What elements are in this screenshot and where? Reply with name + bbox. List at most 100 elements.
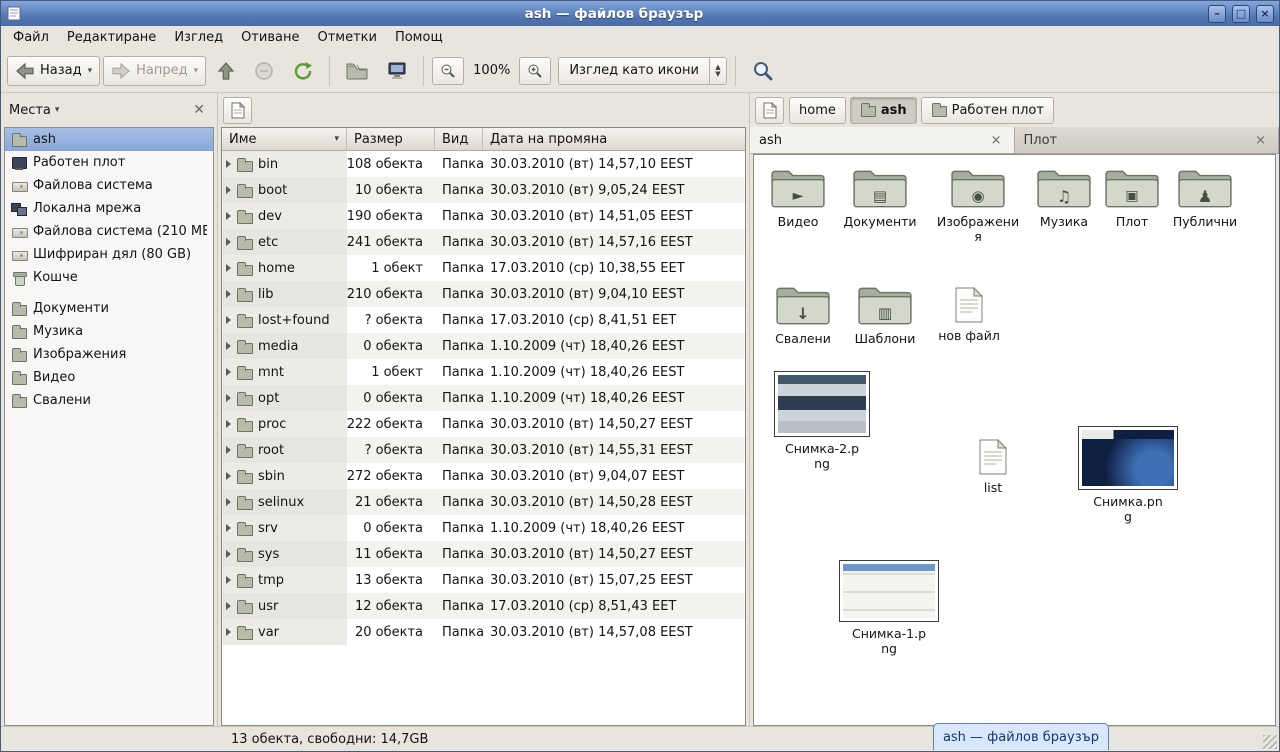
- expander-icon[interactable]: [226, 628, 231, 636]
- file-row[interactable]: sys 11 обекта Папка 30.03.2010 (вт) 14,5…: [222, 541, 745, 567]
- view-mode-select[interactable]: Изглед като икони ▲▼: [558, 57, 727, 85]
- root-location-button[interactable]: [223, 97, 252, 124]
- place-item[interactable]: Шифриран дял (80 GB): [5, 243, 213, 266]
- zoom-out-button[interactable]: [432, 57, 464, 85]
- expander-icon[interactable]: [226, 368, 231, 376]
- menu-item[interactable]: Файл: [4, 26, 58, 49]
- file-row[interactable]: media 0 обекта Папка 1.10.2009 (чт) 18,4…: [222, 333, 745, 359]
- titlebar[interactable]: ash — файлов браузър – □ ×: [1, 1, 1279, 26]
- back-history-dropdown-icon[interactable]: ▾: [88, 66, 93, 76]
- expander-icon[interactable]: [226, 160, 231, 168]
- minimize-button[interactable]: –: [1208, 5, 1226, 23]
- resize-grip[interactable]: [1263, 735, 1277, 749]
- file-row[interactable]: tmp 13 обекта Папка 30.03.2010 (вт) 15,0…: [222, 567, 745, 593]
- taskbar-window-button[interactable]: ash — файлов браузър: [933, 723, 1109, 750]
- breadcrumb-button[interactable]: ash: [850, 97, 917, 124]
- place-item[interactable]: Изображения: [5, 343, 213, 366]
- icon-item[interactable]: Изображения: [934, 166, 1022, 244]
- file-row[interactable]: lost+found ? обекта Папка 17.03.2010 (ср…: [222, 307, 745, 333]
- column-header-date[interactable]: Дата на промяна: [483, 128, 745, 150]
- forward-button[interactable]: Напред ▾: [103, 56, 206, 86]
- place-item[interactable]: ash: [5, 128, 213, 151]
- close-button[interactable]: ×: [1256, 5, 1274, 23]
- menu-item[interactable]: Редактиране: [58, 26, 165, 49]
- menu-item[interactable]: Отиване: [232, 26, 308, 49]
- file-row[interactable]: root ? обекта Папка 30.03.2010 (вт) 14,5…: [222, 437, 745, 463]
- tab[interactable]: ash ×: [750, 127, 1015, 153]
- expander-icon[interactable]: [226, 316, 231, 324]
- place-item[interactable]: Локална мрежа: [5, 197, 213, 220]
- expander-icon[interactable]: [226, 394, 231, 402]
- maximize-button[interactable]: □: [1232, 5, 1250, 23]
- expander-icon[interactable]: [226, 186, 231, 194]
- file-row[interactable]: bin 108 обекта Папка 30.03.2010 (вт) 14,…: [222, 151, 745, 177]
- icon-item[interactable]: Снимка-1.png: [845, 560, 933, 656]
- place-item[interactable]: Видео: [5, 366, 213, 389]
- tab-close-icon[interactable]: ×: [988, 133, 1005, 148]
- sidebar-close-icon[interactable]: ✕: [189, 101, 209, 119]
- column-header-type[interactable]: Вид: [435, 128, 483, 150]
- icon-item[interactable]: Документи: [836, 166, 924, 229]
- icon-item[interactable]: list: [949, 438, 1037, 495]
- place-item[interactable]: Свалени: [5, 389, 213, 412]
- icon-item[interactable]: Свалени: [759, 283, 847, 346]
- root-location-button[interactable]: [755, 97, 784, 124]
- place-item[interactable]: Файлова система (210 MB): [5, 220, 213, 243]
- computer-button[interactable]: [379, 55, 415, 87]
- menu-item[interactable]: Отметки: [308, 26, 385, 49]
- file-row[interactable]: sbin 272 обекта Папка 30.03.2010 (вт) 9,…: [222, 463, 745, 489]
- expander-icon[interactable]: [226, 212, 231, 220]
- tab-close-icon[interactable]: ×: [1252, 133, 1269, 148]
- column-header-name[interactable]: Име ▾: [222, 128, 347, 150]
- icon-item[interactable]: Видео: [754, 166, 842, 229]
- up-button[interactable]: [209, 55, 243, 87]
- file-row[interactable]: mnt 1 обект Папка 1.10.2009 (чт) 18,40,2…: [222, 359, 745, 385]
- expander-icon[interactable]: [226, 446, 231, 454]
- place-item[interactable]: Работен плот: [5, 151, 213, 174]
- file-row[interactable]: opt 0 обекта Папка 1.10.2009 (чт) 18,40,…: [222, 385, 745, 411]
- file-row[interactable]: selinux 21 обекта Папка 30.03.2010 (вт) …: [222, 489, 745, 515]
- place-item[interactable]: Кошче: [5, 266, 213, 289]
- file-row[interactable]: var 20 обекта Папка 30.03.2010 (вт) 14,5…: [222, 619, 745, 645]
- menu-item[interactable]: Помощ: [386, 26, 452, 49]
- place-item[interactable]: [5, 289, 213, 297]
- file-row[interactable]: dev 190 обекта Папка 30.03.2010 (вт) 14,…: [222, 203, 745, 229]
- expander-icon[interactable]: [226, 524, 231, 532]
- expander-icon[interactable]: [226, 472, 231, 480]
- place-item[interactable]: Музика: [5, 320, 213, 343]
- reload-button[interactable]: [285, 55, 321, 87]
- expander-icon[interactable]: [226, 264, 231, 272]
- expander-icon[interactable]: [226, 550, 231, 558]
- expander-icon[interactable]: [226, 420, 231, 428]
- file-row[interactable]: srv 0 обекта Папка 1.10.2009 (чт) 18,40,…: [222, 515, 745, 541]
- expander-icon[interactable]: [226, 602, 231, 610]
- file-row[interactable]: etc 241 обекта Папка 30.03.2010 (вт) 14,…: [222, 229, 745, 255]
- expander-icon[interactable]: [226, 238, 231, 246]
- search-button[interactable]: [744, 54, 782, 88]
- expander-icon[interactable]: [226, 576, 231, 584]
- tab[interactable]: Плот ×: [1015, 127, 1280, 153]
- icon-item[interactable]: Снимка-2.png: [778, 371, 866, 471]
- breadcrumb-button[interactable]: Работен плот: [921, 97, 1054, 124]
- expander-icon[interactable]: [226, 498, 231, 506]
- icon-item[interactable]: нов файл: [925, 286, 1013, 343]
- icon-item[interactable]: Шаблони: [841, 283, 929, 346]
- menu-item[interactable]: Изглед: [165, 26, 232, 49]
- expander-icon[interactable]: [226, 290, 231, 298]
- zoom-in-button[interactable]: [519, 57, 551, 85]
- back-button[interactable]: Назад ▾: [7, 56, 100, 86]
- place-item[interactable]: Документи: [5, 297, 213, 320]
- icon-item[interactable]: Публични: [1161, 166, 1249, 229]
- breadcrumb-button[interactable]: home: [789, 97, 846, 124]
- file-row[interactable]: home 1 обект Папка 17.03.2010 (ср) 10,38…: [222, 255, 745, 281]
- expander-icon[interactable]: [226, 342, 231, 350]
- sidebar-mode-dropdown-icon[interactable]: ▾: [55, 105, 60, 115]
- file-row[interactable]: lib 210 обекта Папка 30.03.2010 (вт) 9,0…: [222, 281, 745, 307]
- sidebar-title[interactable]: Места: [9, 103, 51, 118]
- column-header-size[interactable]: Размер: [347, 128, 435, 150]
- view-mode-spinner-icon[interactable]: ▲▼: [709, 58, 726, 84]
- file-row[interactable]: boot 10 обекта Папка 30.03.2010 (вт) 9,0…: [222, 177, 745, 203]
- place-item[interactable]: Файлова система: [5, 174, 213, 197]
- file-row[interactable]: usr 12 обекта Папка 17.03.2010 (ср) 8,51…: [222, 593, 745, 619]
- home-button[interactable]: [338, 56, 376, 86]
